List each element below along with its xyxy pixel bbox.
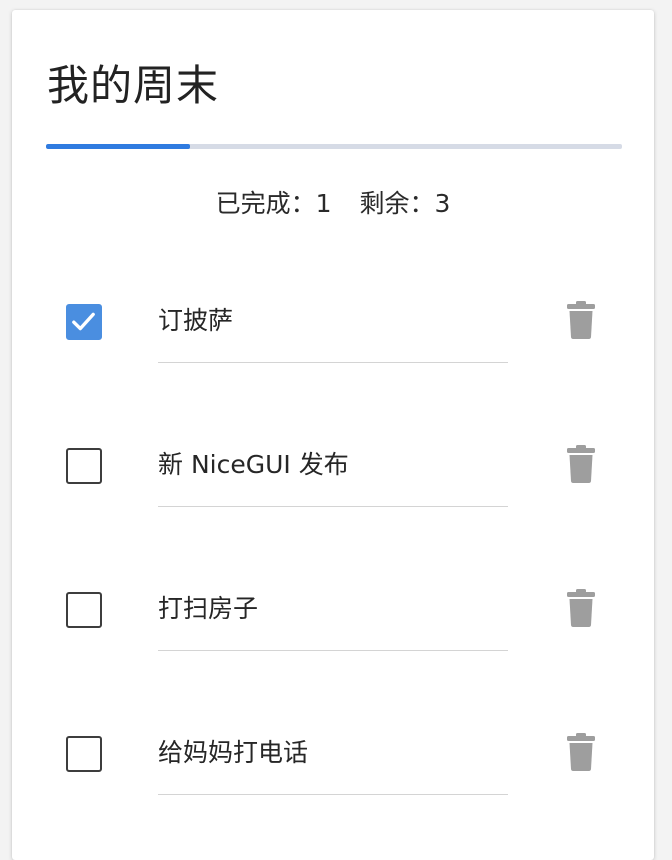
- todo-underline: [158, 794, 508, 795]
- check-icon: [72, 312, 95, 331]
- todo-underline: [158, 506, 508, 507]
- todo-checkbox[interactable]: [66, 736, 102, 772]
- todo-underline: [158, 362, 508, 363]
- todo-checkbox[interactable]: [66, 448, 102, 484]
- todo-checkbox[interactable]: [66, 592, 102, 628]
- todo-item: 订披萨: [12, 286, 654, 416]
- delete-button[interactable]: [566, 444, 596, 484]
- todo-card: 我的周末 已完成：1 剩余：3 订披萨 新 NiceGUI 发布 打扫房子 给妈…: [12, 10, 654, 860]
- todo-checkbox[interactable]: [66, 304, 102, 340]
- trash-icon: [567, 301, 595, 339]
- todo-item: 给妈妈打电话: [12, 718, 654, 848]
- todo-label[interactable]: 订披萨: [158, 300, 233, 342]
- todo-item: 打扫房子: [12, 574, 654, 704]
- delete-button[interactable]: [566, 300, 596, 340]
- todo-list: 订披萨 新 NiceGUI 发布 打扫房子 给妈妈打电话: [12, 10, 654, 860]
- todo-item: 新 NiceGUI 发布: [12, 430, 654, 560]
- trash-icon: [567, 733, 595, 771]
- trash-icon: [567, 589, 595, 627]
- todo-label[interactable]: 打扫房子: [158, 588, 258, 630]
- todo-label[interactable]: 新 NiceGUI 发布: [158, 444, 349, 486]
- todo-underline: [158, 650, 508, 651]
- delete-button[interactable]: [566, 588, 596, 628]
- todo-label[interactable]: 给妈妈打电话: [158, 732, 308, 774]
- delete-button[interactable]: [566, 732, 596, 772]
- trash-icon: [567, 445, 595, 483]
